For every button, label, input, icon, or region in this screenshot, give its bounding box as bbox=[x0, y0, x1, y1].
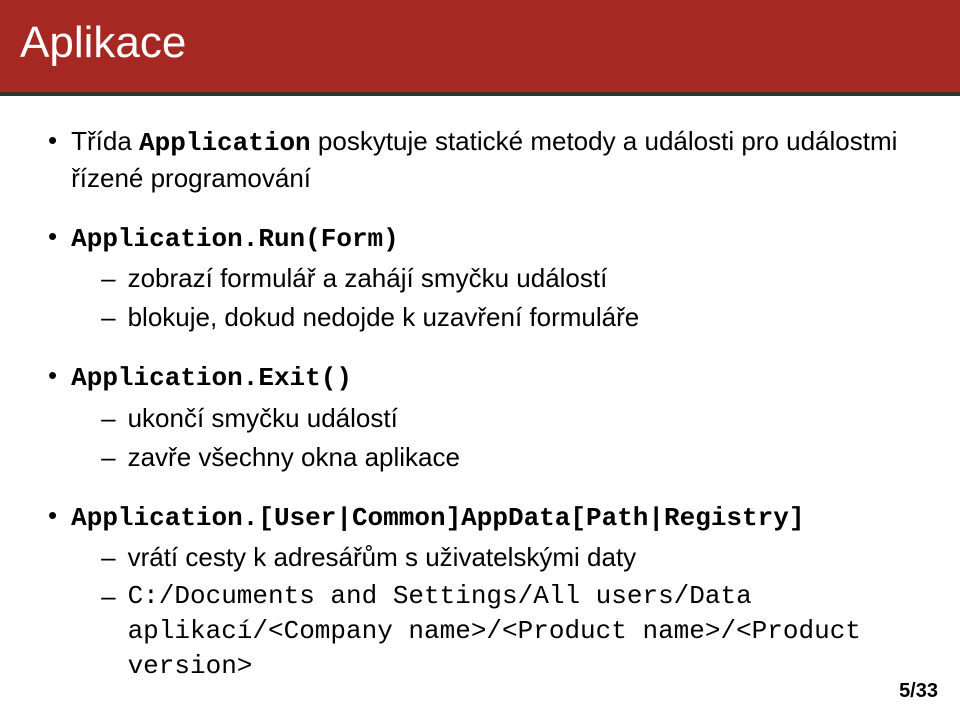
bullet-text: Application.[User|Common]AppData[Path|Re… bbox=[71, 499, 912, 684]
bullet-marker: • bbox=[48, 220, 57, 335]
text-segment: Třída bbox=[71, 126, 139, 156]
dash-marker: – bbox=[101, 579, 115, 684]
bullet-text: Třída Application poskytuje statické met… bbox=[71, 124, 912, 196]
page-number: 5/33 bbox=[899, 680, 938, 703]
code-segment: Application bbox=[139, 128, 311, 158]
bullet-item: • Application.Run(Form) – zobrazí formul… bbox=[48, 220, 912, 335]
bullet-marker: • bbox=[48, 499, 57, 684]
sub-text: ukončí smyčku událostí bbox=[128, 401, 912, 436]
sub-text: zobrazí formulář a zahájí smyčku událost… bbox=[128, 261, 912, 296]
slide-title: Aplikace bbox=[20, 18, 940, 68]
sub-text: blokuje, dokud nedojde k uzavření formul… bbox=[128, 300, 912, 335]
dash-marker: – bbox=[101, 540, 115, 575]
bullet-marker: • bbox=[48, 359, 57, 474]
slide-header: Aplikace bbox=[0, 0, 960, 96]
sub-text: vrátí cesty k adresářům s uživatelskými … bbox=[128, 540, 912, 575]
sub-text-mono: C:/Documents and Settings/All users/Data… bbox=[128, 579, 912, 684]
sub-item: – C:/Documents and Settings/All users/Da… bbox=[101, 579, 912, 684]
bullet-marker: • bbox=[48, 124, 57, 196]
bullet-item: • Application.Exit() – ukončí smyčku udá… bbox=[48, 359, 912, 474]
sub-item: – blokuje, dokud nedojde k uzavření form… bbox=[101, 300, 912, 335]
code-segment: Application.Exit() bbox=[71, 363, 352, 393]
sub-text: zavře všechny okna aplikace bbox=[128, 440, 912, 475]
bullet-item: • Application.[User|Common]AppData[Path|… bbox=[48, 499, 912, 684]
sub-item: – vrátí cesty k adresářům s uživatelským… bbox=[101, 540, 912, 575]
bullet-text: Application.Run(Form) – zobrazí formulář… bbox=[71, 220, 912, 335]
sub-item: – zobrazí formulář a zahájí smyčku událo… bbox=[101, 261, 912, 296]
code-segment: Application.Run(Form) bbox=[71, 224, 399, 254]
sub-item: – zavře všechny okna aplikace bbox=[101, 440, 912, 475]
sub-item: – ukončí smyčku událostí bbox=[101, 401, 912, 436]
bullet-text: Application.Exit() – ukončí smyčku událo… bbox=[71, 359, 912, 474]
slide-content: • Třída Application poskytuje statické m… bbox=[0, 96, 960, 728]
bullet-item: • Třída Application poskytuje statické m… bbox=[48, 124, 912, 196]
code-segment: Application.[User|Common]AppData[Path|Re… bbox=[71, 503, 804, 533]
dash-marker: – bbox=[101, 401, 115, 436]
dash-marker: – bbox=[101, 300, 115, 335]
dash-marker: – bbox=[101, 440, 115, 475]
dash-marker: – bbox=[101, 261, 115, 296]
